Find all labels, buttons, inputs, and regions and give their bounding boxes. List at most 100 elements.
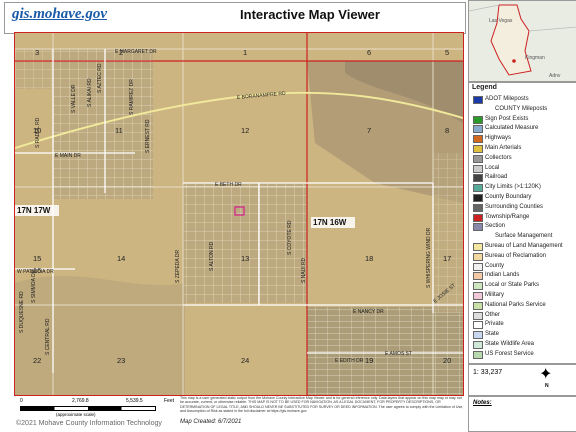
section-label: 11: [115, 126, 123, 135]
road-label: E NANCY DR: [353, 309, 384, 315]
legend-item: US Forest Service: [469, 349, 576, 359]
terrain-shading: [15, 275, 185, 395]
legend-title: Legend: [472, 84, 497, 91]
legend-item: Local or State Parks: [469, 280, 576, 291]
inset-place-label: Las Vegas: [489, 18, 513, 24]
legend-label: Local or State Parks: [485, 282, 540, 289]
legend-item: Local: [469, 163, 576, 173]
legend-swatch: [473, 115, 483, 124]
legend-item: County Boundary: [469, 192, 576, 202]
legend-item: City Limits (>1:120K): [469, 182, 576, 193]
road-label: S DUQUESNE RD: [19, 291, 25, 333]
legend-swatch: [473, 321, 483, 330]
scale-tick: 0: [20, 398, 23, 404]
inset-place-label: Adnv: [549, 73, 561, 79]
legend-item: Collectors: [469, 153, 576, 163]
legend-label: Collectors: [485, 154, 512, 161]
legend-swatch: [473, 154, 483, 163]
road-label: S ALIKAI RD: [87, 78, 93, 107]
legend-label: US Forest Service: [485, 350, 534, 357]
legend-swatch: [473, 223, 483, 232]
legend-item: ADOT Mileposts: [469, 94, 576, 104]
legend-item: Bureau of Land Management: [469, 241, 576, 251]
road-label: S CENTRAL RD: [45, 318, 51, 355]
page-title: Interactive Map Viewer: [240, 7, 380, 22]
legend-swatch: [473, 243, 483, 251]
legend-label: Surrounding Counties: [485, 203, 544, 210]
township-label: 17N 17W: [17, 206, 51, 215]
section-label: 19: [365, 356, 373, 365]
section-label: 18: [365, 254, 373, 263]
road-label: S WHISPERING WIND DR: [426, 227, 432, 288]
section-label: 17: [443, 254, 451, 263]
legend-label: State: [485, 331, 500, 338]
legend-swatch: [473, 125, 483, 134]
map-legend: Legend ADOT Mileposts COUNTY Mileposts Sig…: [468, 82, 576, 364]
section-label: 8: [445, 126, 449, 135]
section-label: 13: [241, 254, 249, 263]
legend-swatch: [473, 164, 483, 173]
legend-item: Private: [469, 319, 576, 330]
road-label: S RADOL RD: [35, 117, 41, 148]
road-label: E AMOS ST: [385, 351, 412, 357]
legend-label: ADOT Mileposts: [485, 96, 529, 102]
road-label: S ZEPEDA DR: [175, 250, 181, 283]
legend-label: City Limits (>1:120K): [485, 184, 541, 191]
legend-item: Bureau of Reclamation: [469, 251, 576, 261]
notes-panel: Notes:: [468, 396, 576, 432]
section-label: 1: [243, 48, 247, 57]
section-label: 23: [117, 356, 125, 365]
legend-swatch: [473, 331, 483, 340]
legend-label: Calculated Measure: [485, 125, 539, 132]
legend-swatch: [473, 194, 483, 202]
township-label: 17N 16W: [313, 218, 347, 227]
legend-label: Bureau of Land Management: [485, 243, 563, 249]
section-label: 5: [445, 48, 449, 57]
legend-swatch: [473, 341, 483, 349]
section-label: 15: [33, 254, 41, 263]
legend-item: Surface Management: [469, 231, 576, 241]
legend-label: Township/Range: [485, 213, 530, 220]
legend-label: Other: [485, 311, 501, 318]
legend-label: Local: [485, 164, 500, 171]
legend-label: Section: [485, 223, 506, 230]
section-label: 6: [367, 48, 371, 57]
legend-swatch: [473, 350, 483, 359]
scale-panel: 1: 33,237 ✦ N: [468, 364, 576, 396]
legend-swatch: [473, 301, 483, 310]
road-label: S NAUI RD: [301, 257, 307, 283]
section-label: 3: [35, 48, 39, 57]
inset-place-label: Kingman: [525, 55, 545, 61]
notes-label: Notes:: [473, 400, 492, 406]
legend-item: Other: [469, 310, 576, 320]
legend-label: Sign Post Exists: [485, 115, 529, 122]
section-label: 7: [367, 126, 371, 135]
road-label: E BETH DR: [215, 182, 242, 188]
legend-swatch: [473, 282, 483, 291]
section-label: 20: [443, 356, 451, 365]
legend-swatch: [473, 135, 483, 144]
north-arrow-icon: ✦: [539, 366, 553, 383]
legend-swatch: [473, 311, 483, 320]
scale-bar-graphic: [20, 406, 156, 411]
legend-item: County: [469, 261, 576, 271]
road-label: S ERNEST RD: [145, 119, 151, 153]
copyright-text: ©2021 Mohave County Information Technolo…: [16, 420, 162, 427]
legend-swatch: [473, 145, 483, 153]
legend-swatch: [473, 272, 483, 281]
legend-item: Township/Range: [469, 212, 576, 222]
legend-item: Highways: [469, 133, 576, 144]
map-canvas[interactable]: 3 2 1 6 5 10 11 12 7 8 14 13 18 17 15 16…: [14, 32, 464, 396]
legend-item: COUNTY Mileposts: [469, 104, 576, 114]
scale-unit: Feet: [164, 398, 175, 404]
legend-item: State: [469, 329, 576, 340]
legend-label: Surface Management: [495, 233, 553, 240]
section-label: 14: [117, 254, 125, 263]
road-label: S AZTEC RD: [97, 63, 103, 93]
site-logo-link[interactable]: gis.mohave.gov: [12, 6, 107, 23]
legend-item: Main Arterials: [469, 143, 576, 153]
legend-swatch: [473, 96, 483, 104]
legend-label: National Parks Service: [485, 301, 546, 308]
scale-ratio: 1: 33,237: [473, 369, 503, 376]
road-label: E MARGARET DR: [115, 49, 157, 55]
